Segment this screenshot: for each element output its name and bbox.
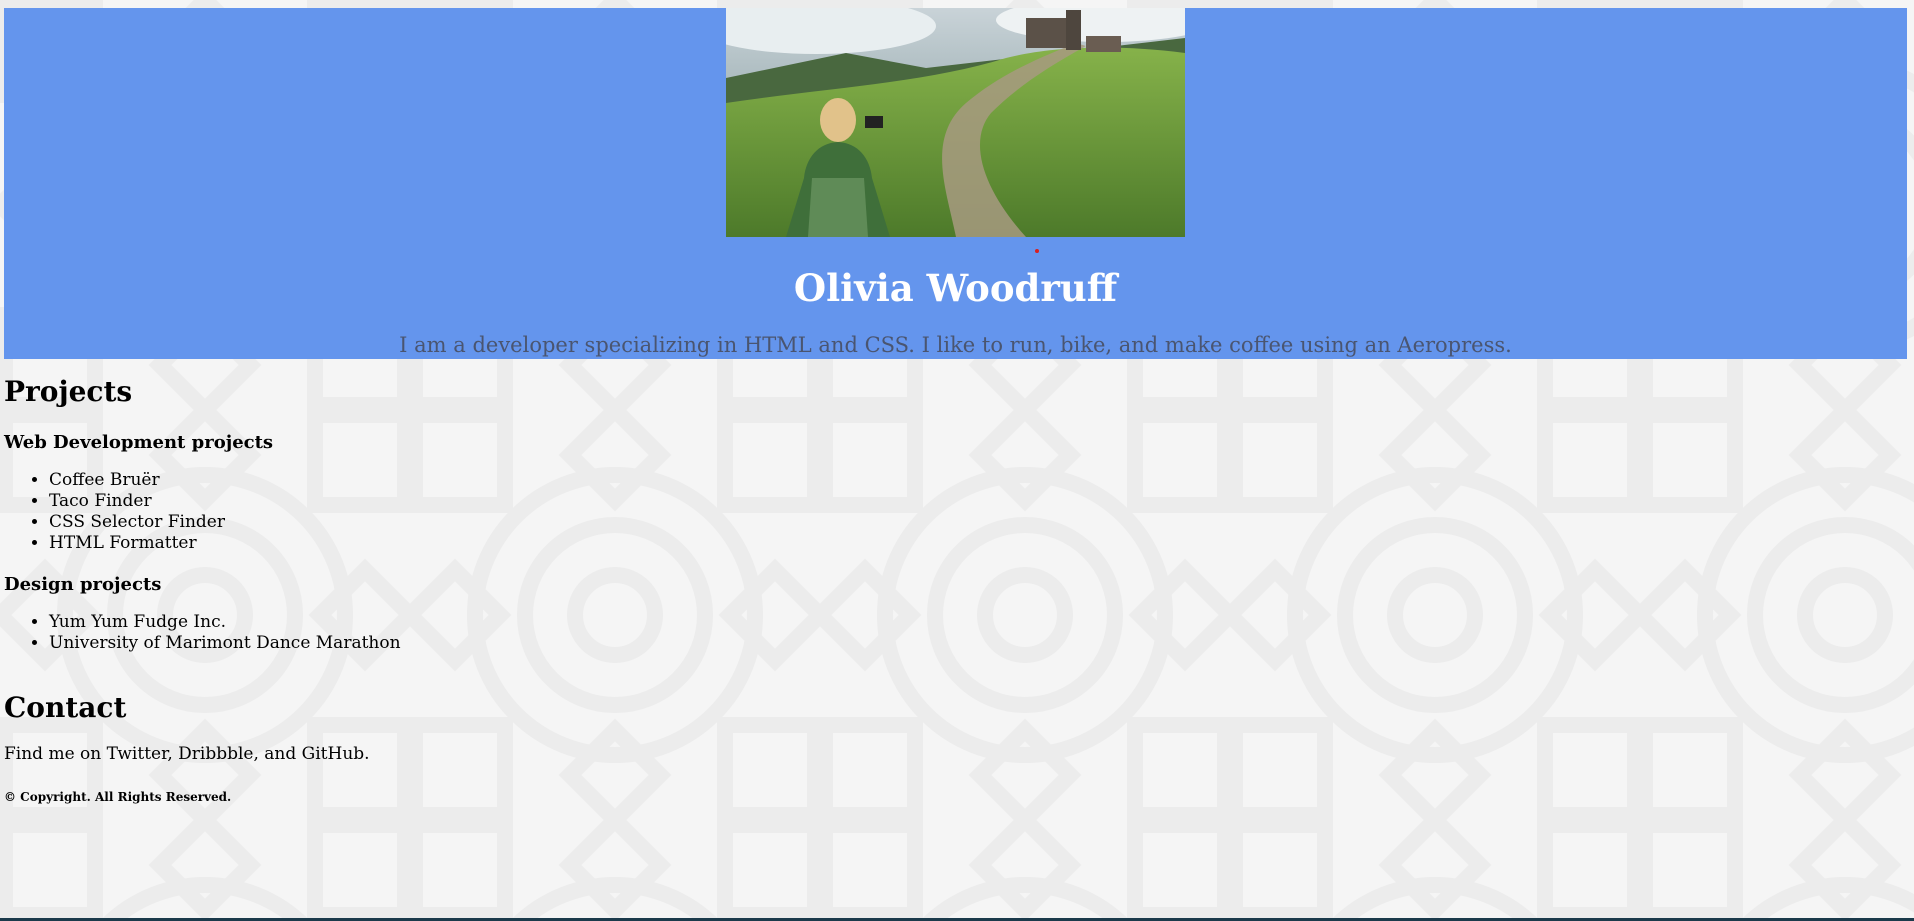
list-item: CSS Selector Finder — [49, 512, 225, 533]
list-item: Coffee Bruër — [49, 470, 225, 491]
list-item: Taco Finder — [49, 491, 225, 512]
list-item: HTML Formatter — [49, 533, 225, 554]
hero-photo — [726, 8, 1185, 237]
projects-heading: Projects — [4, 375, 133, 408]
list-item: University of Marimont Dance Marathon — [49, 633, 401, 654]
copyright-footer: © Copyright. All Rights Reserved. — [4, 790, 232, 804]
profile-header: Olivia Woodruff I am a developer special… — [4, 8, 1907, 359]
design-projects-heading: Design projects — [4, 574, 162, 595]
web-projects-list: Coffee Bruër Taco Finder CSS Selector Fi… — [4, 470, 225, 554]
contact-text: Find me on Twitter, Dribbble, and GitHub… — [4, 744, 370, 764]
contact-heading: Contact — [4, 691, 127, 724]
profile-tagline: I am a developer specializing in HTML an… — [399, 333, 1512, 357]
red-dot — [1035, 249, 1039, 253]
profile-name: Olivia Woodruff — [793, 266, 1118, 310]
page: Olivia Woodruff I am a developer special… — [4, 8, 1907, 804]
web-projects-heading: Web Development projects — [4, 432, 274, 453]
list-item: Yum Yum Fudge Inc. — [49, 612, 401, 633]
design-projects-list: Yum Yum Fudge Inc. University of Marimon… — [4, 612, 401, 654]
